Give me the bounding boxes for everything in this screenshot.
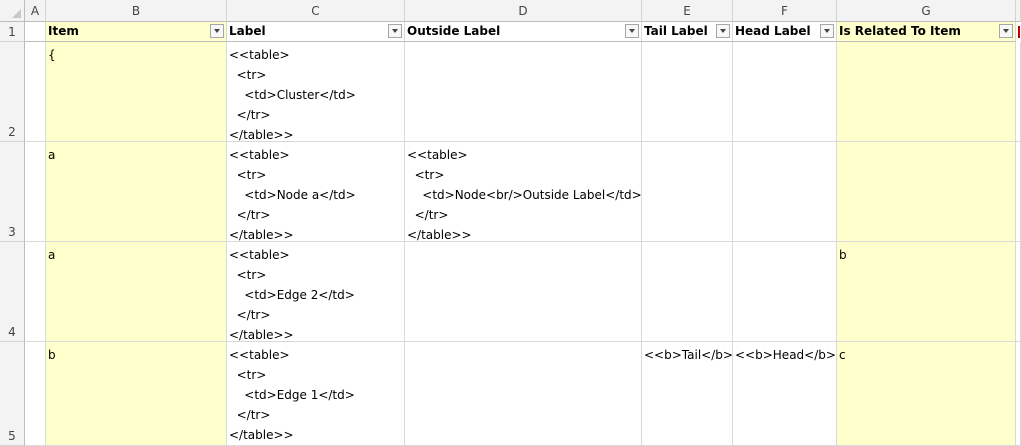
cell-related[interactable]: b	[837, 242, 1016, 342]
column-header-f[interactable]: F	[733, 0, 837, 22]
filter-dropdown-icon[interactable]	[820, 24, 834, 38]
column-header-a[interactable]: A	[25, 0, 46, 22]
cell-head-label[interactable]	[733, 142, 837, 242]
cell-h2[interactable]	[1016, 42, 1021, 142]
spreadsheet-grid: A B C D E F G 1 2 3 4 5 Item Label Outsi…	[0, 0, 1021, 446]
cell-tail-label[interactable]: <<b>Tail</b>>	[642, 342, 733, 446]
cell-head-label[interactable]	[733, 242, 837, 342]
cell-h5[interactable]	[1016, 342, 1021, 446]
header-label: Outside Label	[407, 24, 501, 38]
cell-h3[interactable]	[1016, 142, 1021, 242]
cell-item[interactable]: a	[46, 242, 227, 342]
row-header-1[interactable]: 1	[0, 22, 25, 42]
cell-label[interactable]: <<table> <tr> <td>Edge 1</td> </tr> </ta…	[227, 342, 405, 446]
row-number: 2	[8, 125, 16, 139]
cell-outside-label[interactable]	[405, 242, 642, 342]
cell-outside-label[interactable]: <<table> <tr> <td>Node<br/>Outside Label…	[405, 142, 642, 242]
cell-outside-label[interactable]	[405, 42, 642, 142]
cell-label[interactable]: <<table> <tr> <td>Cluster</td> </tr> </t…	[227, 42, 405, 142]
cell-tail-label[interactable]	[642, 42, 733, 142]
row-number: 5	[8, 429, 16, 443]
column-header-e[interactable]: E	[642, 0, 733, 22]
cell-related[interactable]	[837, 142, 1016, 242]
table-header-outside-label[interactable]: Outside Label	[405, 22, 642, 42]
row-header-2[interactable]: 2	[0, 42, 25, 142]
header-label: Tail Label	[644, 24, 708, 38]
cell-item[interactable]: b	[46, 342, 227, 446]
cell-item[interactable]: a	[46, 142, 227, 242]
header-label: Label	[229, 24, 266, 38]
filter-dropdown-icon[interactable]	[210, 24, 224, 38]
cell-head-label[interactable]: <<b>Head</b>>	[733, 342, 837, 446]
filter-dropdown-icon[interactable]	[716, 24, 730, 38]
table-header-label[interactable]: Label	[227, 22, 405, 42]
filter-dropdown-icon[interactable]	[388, 24, 402, 38]
column-header-h[interactable]	[1016, 0, 1021, 22]
cell-h4[interactable]	[1016, 242, 1021, 342]
row-header-4[interactable]: 4	[0, 242, 25, 342]
cell-a1[interactable]	[25, 22, 46, 42]
table-header-related[interactable]: Is Related To Item	[837, 22, 1016, 42]
column-header-g[interactable]: G	[837, 0, 1016, 22]
table-edge-marker	[1018, 26, 1020, 38]
cell-a5[interactable]	[25, 342, 46, 446]
header-label: Head Label	[735, 24, 811, 38]
row-header-5[interactable]: 5	[0, 342, 25, 446]
column-header-b[interactable]: B	[46, 0, 227, 22]
cell-outside-label[interactable]	[405, 342, 642, 446]
cell-tail-label[interactable]	[642, 242, 733, 342]
row-number: 1	[8, 25, 16, 39]
cell-head-label[interactable]	[733, 42, 837, 142]
header-label: Item	[48, 24, 79, 38]
table-header-head-label[interactable]: Head Label	[733, 22, 837, 42]
column-header-d[interactable]: D	[405, 0, 642, 22]
header-label: Is Related To Item	[839, 24, 961, 38]
column-header-c[interactable]: C	[227, 0, 405, 22]
cell-item[interactable]: {	[46, 42, 227, 142]
table-header-item[interactable]: Item	[46, 22, 227, 42]
row-number: 4	[8, 325, 16, 339]
table-header-tail-label[interactable]: Tail Label	[642, 22, 733, 42]
select-all-corner[interactable]	[0, 0, 25, 22]
filter-dropdown-icon[interactable]	[999, 24, 1013, 38]
select-all-icon	[12, 9, 21, 18]
cell-label[interactable]: <<table> <tr> <td>Edge 2</td> </tr> </ta…	[227, 242, 405, 342]
cell-a2[interactable]	[25, 42, 46, 142]
cell-related[interactable]: c	[837, 342, 1016, 446]
cell-related[interactable]	[837, 42, 1016, 142]
cell-label[interactable]: <<table> <tr> <td>Node a</td> </tr> </ta…	[227, 142, 405, 242]
cell-a3[interactable]	[25, 142, 46, 242]
row-number: 3	[8, 225, 16, 239]
row-header-3[interactable]: 3	[0, 142, 25, 242]
cell-a4[interactable]	[25, 242, 46, 342]
cell-tail-label[interactable]	[642, 142, 733, 242]
filter-dropdown-icon[interactable]	[625, 24, 639, 38]
